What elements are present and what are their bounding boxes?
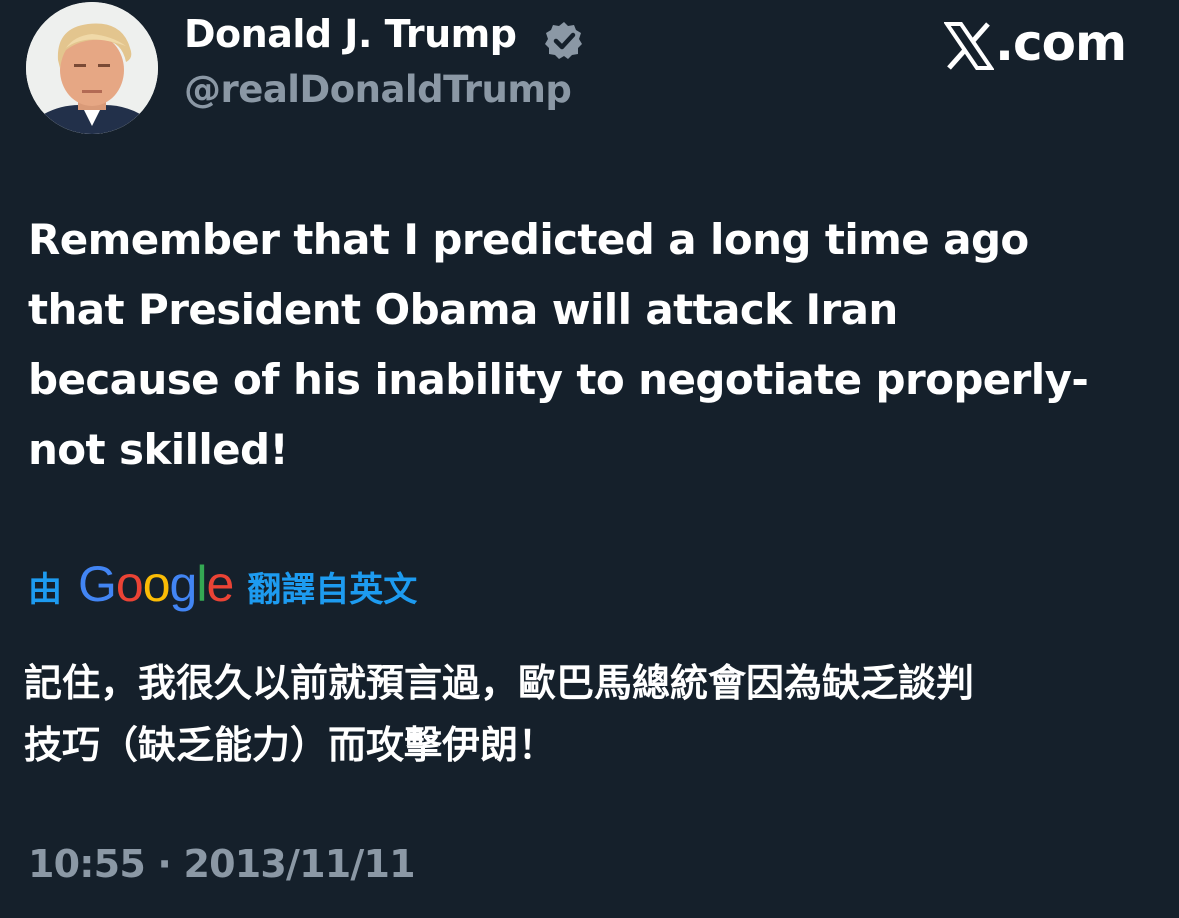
author-display-name[interactable]: Donald J. Trump — [184, 12, 517, 56]
translation-attribution[interactable]: 由 Google 翻譯自英文 — [28, 556, 417, 616]
google-letter: G — [78, 556, 117, 612]
google-letter: l — [196, 556, 207, 612]
google-logo: Google — [78, 555, 234, 613]
tweet-line: not skilled! — [28, 425, 289, 474]
tweet-line: Remember that I predicted a long time ag… — [28, 215, 1029, 264]
tweet-line: that President Obama will attack Iran — [28, 285, 898, 334]
tweet-body: Remember that I predicted a long time ag… — [28, 205, 1158, 485]
site-domain-label: .com — [995, 14, 1127, 72]
translated-line: 技巧（缺乏能力）而攻擊伊朗！ — [24, 723, 557, 767]
translated-tweet-body: 記住，我很久以前就預言過，歐巴馬總統會因為缺乏談判 技巧（缺乏能力）而攻擊伊朗！ — [24, 652, 1164, 776]
x-logo-icon — [943, 22, 995, 70]
google-letter: o — [115, 556, 144, 612]
google-letter: g — [169, 556, 198, 612]
author-handle[interactable]: @realDonaldTrump — [184, 68, 572, 111]
profile-avatar[interactable] — [26, 2, 158, 134]
tweet-timestamp[interactable]: 10:55 · 2013/11/11 — [28, 842, 416, 886]
translated-line: 記住，我很久以前就預言過，歐巴馬總統會因為缺乏談判 — [24, 661, 975, 705]
translation-suffix: 翻譯自英文 — [247, 569, 418, 610]
tweet-line: because of his inability to negotiate pr… — [28, 355, 1089, 404]
google-letter: o — [142, 556, 171, 612]
google-letter: e — [206, 556, 234, 612]
verified-badge-icon — [543, 20, 585, 62]
translation-prefix: 由 — [28, 569, 62, 610]
